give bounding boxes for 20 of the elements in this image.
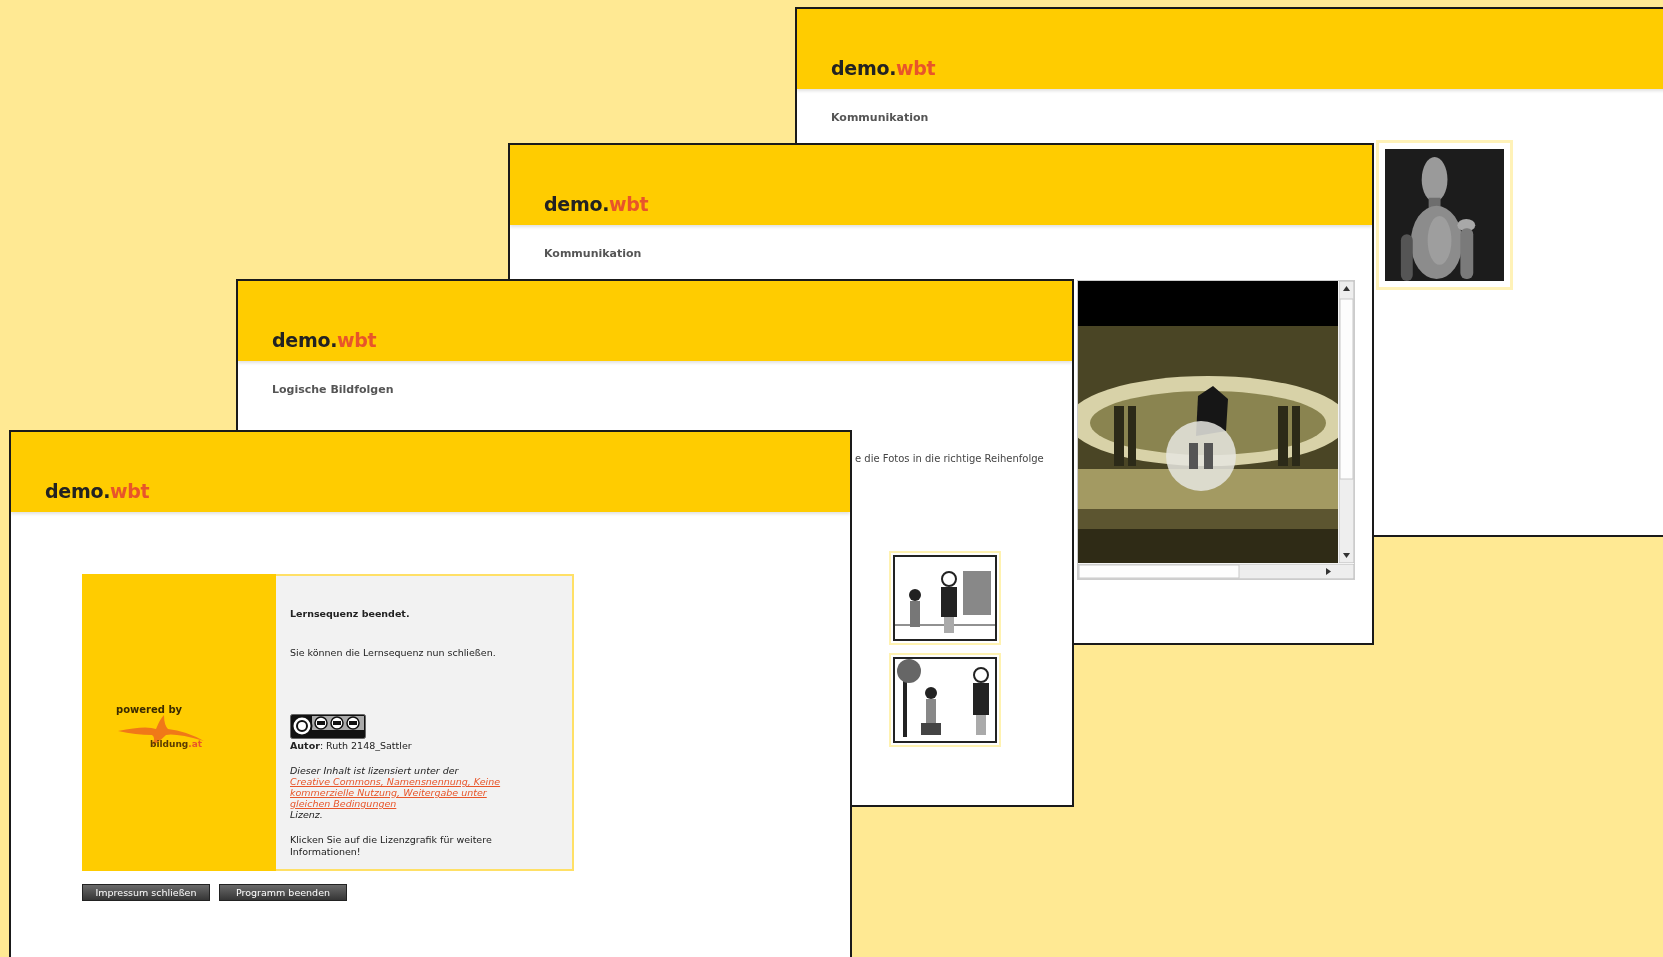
license-badge-icon[interactable] (290, 714, 366, 739)
scrollbar[interactable] (1078, 564, 1354, 579)
logo: demo.wbt (272, 329, 377, 351)
instruction-text: e die Fotos in die richtige Reihenfolge (855, 453, 1044, 464)
message-text: Sie können die Lernsequenz nun schließen. (290, 647, 497, 658)
author-line: Autor: Ruth 2148_Sattler (290, 740, 413, 751)
action-button[interactable]: Impressum schließen (82, 884, 210, 901)
logo: demo.wbt (831, 57, 936, 79)
hint-text: Klicken Sie auf die Lizenzgrafik für weitere Informationen! (290, 834, 493, 858)
powered-by-label: powered by (116, 704, 183, 715)
section-title: Kommunikation (544, 247, 643, 260)
license-text: Dieser Inhalt ist lizensiert unter der Creative Commons, Namensnennung, Keine kommerzielle Nutzung, Weitergabe unter gleichen Bedingungen Lizenz. (290, 765, 545, 820)
logo: demo.wbt (45, 480, 150, 502)
logo: demo.wbt (544, 193, 649, 215)
section-title: Kommunikation (831, 111, 930, 124)
message-title: Lernsequenz beendet. (290, 608, 411, 619)
section-title: Logische Bildfolgen (272, 383, 395, 396)
partner-logo: bildung.at (150, 739, 203, 749)
action-button[interactable]: Programm beenden (219, 884, 347, 901)
scrollbar[interactable] (1339, 281, 1354, 563)
